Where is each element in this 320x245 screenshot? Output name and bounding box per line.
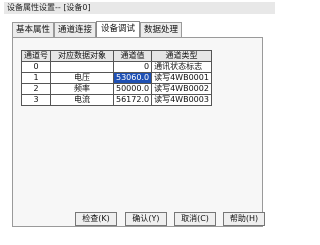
cell-object[interactable]: 电流 — [50, 94, 114, 106]
cell-value[interactable]: 0 — [112, 61, 153, 73]
tab-data-processing[interactable]: 数据处理 — [140, 22, 182, 37]
table-row[interactable]: 2 频率 50000.0 读写4WB0002 — [21, 83, 212, 95]
cell-value[interactable]: 50000.0 — [112, 83, 153, 95]
table-row[interactable]: 3 电流 56172.0 读写4WB0003 — [21, 94, 212, 106]
header-channel-type: 通道类型 — [151, 50, 212, 62]
cell-value-selected[interactable]: 53060.0 — [112, 72, 153, 84]
cell-object[interactable] — [50, 61, 114, 73]
cell-type: 读写4WB0002 — [151, 83, 212, 95]
tab-basic-properties[interactable]: 基本属性 — [12, 22, 54, 37]
table-row[interactable]: 1 电压 53060.0 读写4WB0001 — [21, 72, 212, 84]
cell-value[interactable]: 56172.0 — [112, 94, 153, 106]
cell-type: 通讯状态标志 — [151, 61, 212, 73]
cell-object[interactable]: 电压 — [50, 72, 114, 84]
help-button[interactable]: 帮助(H) — [223, 212, 265, 226]
table-row[interactable]: 0 0 通讯状态标志 — [21, 61, 212, 73]
title-bar[interactable]: 设备属性设置-- [设备0] — [4, 2, 275, 14]
cell-channel: 2 — [21, 83, 51, 95]
debug-panel: 通道号 对应数据对象 通道值 通道类型 0 0 通讯状态标志 1 电压 5306… — [12, 37, 263, 227]
tab-channel-connection[interactable]: 通道连接 — [54, 22, 96, 37]
cell-channel: 0 — [21, 61, 51, 73]
cell-type: 读写4WB0003 — [151, 94, 212, 106]
channel-table: 通道号 对应数据对象 通道值 通道类型 0 0 通讯状态标志 1 电压 5306… — [21, 50, 212, 106]
cancel-button[interactable]: 取消(C) — [174, 212, 216, 226]
tab-device-debug[interactable]: 设备调试 — [96, 21, 140, 38]
cell-channel: 1 — [21, 72, 51, 84]
header-channel-number: 通道号 — [21, 50, 51, 62]
cell-channel: 3 — [21, 94, 51, 106]
cell-object[interactable]: 频率 — [50, 83, 114, 95]
table-header-row: 通道号 对应数据对象 通道值 通道类型 — [21, 50, 212, 62]
confirm-button[interactable]: 确认(Y) — [125, 212, 167, 226]
window-title: 设备属性设置-- [设备0] — [7, 3, 91, 12]
header-channel-value: 通道值 — [112, 50, 153, 62]
check-button[interactable]: 检查(K) — [75, 212, 117, 226]
cell-type: 读写4WB0001 — [151, 72, 212, 84]
button-bar: 检查(K) 确认(Y) 取消(C) 帮助(H) — [0, 212, 279, 226]
device-properties-dialog: 设备属性设置-- [设备0] 基本属性 通道连接 设备调试 数据处理 通道号 对… — [0, 0, 279, 245]
header-data-object: 对应数据对象 — [50, 50, 114, 62]
